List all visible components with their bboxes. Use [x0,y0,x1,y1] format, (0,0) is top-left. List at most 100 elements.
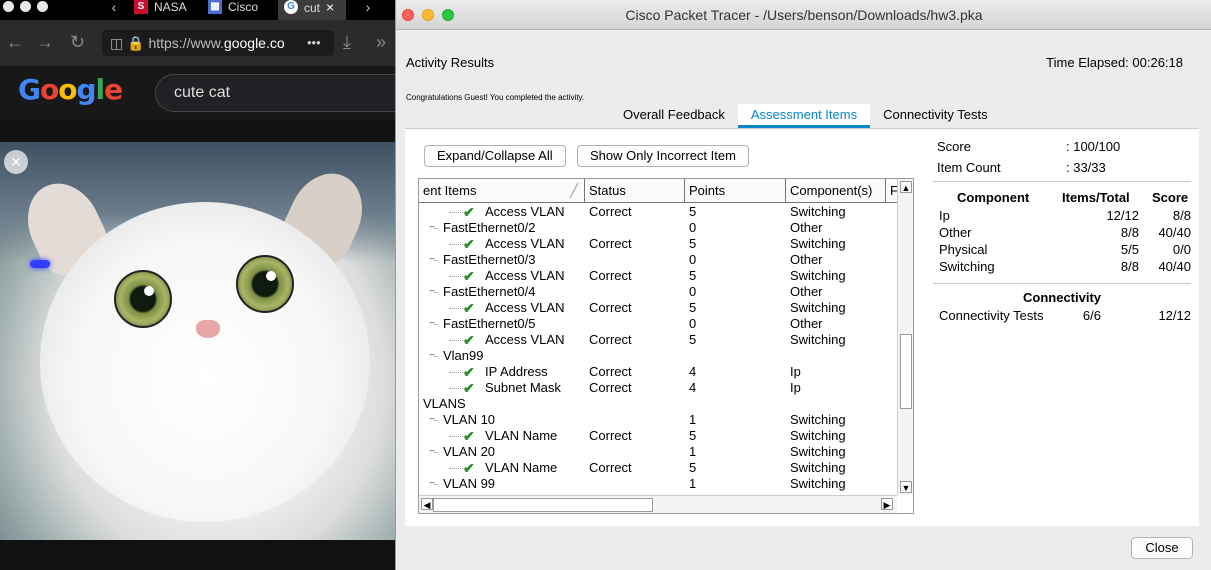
item-name: Access VLAN [485,332,565,347]
assessment-tree-table[interactable]: ent Items ╱ Status Points Component(s) Fe… [418,178,914,514]
browser-tab-label: Cisco [228,0,259,14]
component-cell: Ip [790,364,801,379]
column-header-points[interactable]: Points [685,179,786,203]
table-row[interactable]: − FastEthernet0/5 0 Other [419,316,897,332]
zoom-window-button[interactable] [37,1,48,12]
overflow-chevron-icon[interactable]: » [376,32,386,52]
component-cell: Switching [790,300,846,315]
component-cell: Switching [790,268,846,283]
scroll-down-icon[interactable]: ▼ [900,481,912,493]
blue-light [30,260,50,268]
browser-tab-nasa[interactable]: S NASA [134,0,194,20]
points-cell: 5 [689,268,697,283]
tree-connector [434,420,438,421]
scroll-up-icon[interactable]: ▲ [900,181,912,193]
table-row[interactable]: ✔ Access VLAN Correct 5 Switching [419,204,897,220]
column-header-items[interactable]: ent Items ╱ [419,179,585,203]
checkmark-icon: ✔ [463,364,475,380]
points-cell: 0 [689,316,697,331]
vertical-scrollbar[interactable]: ▲ ▼ [897,179,913,495]
component-cell: Switching [790,444,846,459]
minimize-window-button[interactable] [20,1,31,12]
cat-image[interactable]: × [0,142,395,540]
tab-scroll-left-icon[interactable]: ‹ [104,0,124,20]
close-image-icon[interactable]: × [4,150,28,174]
scroll-right-icon[interactable]: ▶ [881,498,893,510]
table-row[interactable]: − FastEthernet0/2 0 Other [419,220,897,236]
tab-scroll-right-icon[interactable]: › [358,0,378,20]
tree-connector [449,276,463,277]
item-name: Vlan99 [443,348,484,363]
table-row[interactable]: − VLAN 10 1 Switching [419,412,897,428]
scroll-left-icon[interactable]: ◀ [421,498,433,510]
show-incorrect-button[interactable]: Show Only Incorrect Item [577,145,749,167]
expand-collapse-button[interactable]: Expand/Collapse All [424,145,566,167]
table-row[interactable]: ✔ VLAN Name Correct 5 Switching [419,428,897,444]
column-header-status[interactable]: Status [585,179,685,203]
google-logo[interactable]: Google [18,73,123,106]
tree-connector [434,484,438,485]
table-row[interactable]: − FastEthernet0/3 0 Other [419,252,897,268]
table-header: ent Items ╱ Status Points Component(s) Fe [419,179,897,203]
table-row[interactable]: ✔ Access VLAN Correct 5 Switching [419,236,897,252]
table-row[interactable]: ✔ VLAN Name Correct 5 Switching [419,492,897,494]
reload-icon[interactable]: ↻ [70,32,85,52]
minimize-button[interactable] [422,9,434,21]
close-button[interactable] [402,9,414,21]
browser-bottom [0,540,395,570]
page-actions-icon[interactable]: ••• [307,33,321,53]
component-cell: Other [790,284,823,299]
browser-toolbar: ← → ↻ ◫ 🔒 https://www.google.co ••• ⤓ » [0,20,395,66]
download-icon[interactable]: ⤓ [343,32,351,52]
browser-tab-google[interactable]: Gcut × [278,0,346,20]
points-cell: 1 [689,476,697,491]
close-tab-icon[interactable]: × [326,0,334,15]
forward-icon[interactable]: → [36,32,54,52]
table-row[interactable]: ✔ Access VLAN Correct 5 Switching [419,332,897,348]
column-header-feedback[interactable]: Fe [886,179,897,203]
close-window-button[interactable] [3,1,14,12]
url-prefix: https://www. [148,35,224,51]
table-row[interactable]: − VLAN 20 1 Switching [419,444,897,460]
tab-overall-feedback[interactable]: Overall Feedback [610,104,738,128]
browser-tab-label: cut [304,1,321,15]
close-dialog-button[interactable]: Close [1131,537,1193,559]
status-cell: Correct [589,428,632,443]
vertical-scroll-thumb[interactable] [900,334,912,409]
table-row[interactable]: ✔ Subnet Mask Correct 4 Ip [419,380,897,396]
table-row[interactable]: − FastEthernet0/4 0 Other [419,284,897,300]
points-cell: 0 [689,284,697,299]
url-bar[interactable]: ◫ 🔒 https://www.google.co [102,30,334,56]
google-header: Google cute cat [0,66,395,120]
points-cell: 5 [689,332,697,347]
item-name: FastEthernet0/3 [443,252,536,267]
score-header: Score [1152,190,1189,205]
column-header-components[interactable]: Component(s) [786,179,886,203]
component-row: Other 8/8 40/40 [935,224,1191,241]
horizontal-scrollbar[interactable]: ◀ ▶ [419,495,897,513]
table-row[interactable]: VLANS [419,396,897,412]
tree-connector [434,452,438,453]
browser-window: ‹ S NASA ▦ Cisco Gcut × › ← → ↻ ◫ 🔒 https:/… [0,0,395,570]
horizontal-scroll-thumb[interactable] [433,498,653,512]
tab-assessment-items[interactable]: Assessment Items [737,104,871,128]
component-cell: Switching [790,236,846,251]
maximize-button[interactable] [442,9,454,21]
component-cell: Other [790,316,823,331]
table-row[interactable]: − Vlan99 [419,348,897,364]
table-row[interactable]: ✔ Access VLAN Correct 5 Switching [419,300,897,316]
shield-icon: ◫ [110,35,124,51]
tab-connectivity-tests[interactable]: Connectivity Tests [870,104,1001,128]
component-name: Switching [939,259,995,274]
table-row[interactable]: − VLAN 99 1 Switching [419,476,897,492]
tree-connector [449,244,463,245]
table-row[interactable]: ✔ Access VLAN Correct 5 Switching [419,268,897,284]
item-name: IP Address [485,364,548,379]
back-icon[interactable]: ← [6,32,24,52]
table-row[interactable]: ✔ VLAN Name Correct 5 Switching [419,460,897,476]
checkmark-icon: ✔ [463,204,475,220]
search-input[interactable]: cute cat [155,74,395,112]
window-title: Cisco Packet Tracer - /Users/benson/Down… [625,7,983,23]
table-row[interactable]: ✔ IP Address Correct 4 Ip [419,364,897,380]
browser-tab-cisco[interactable]: ▦ Cisco [208,0,270,20]
